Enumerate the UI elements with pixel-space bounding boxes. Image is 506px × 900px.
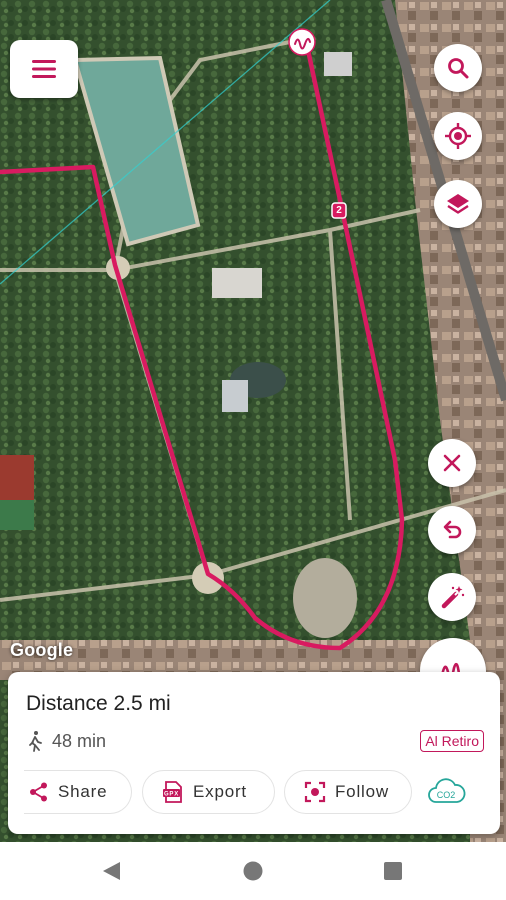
layers-button[interactable]: [434, 180, 482, 228]
app-root: 2 Google Distance 2.5 mi 48 min Al Retir…: [0, 0, 506, 900]
magic-wand-button[interactable]: [428, 573, 476, 621]
export-button[interactable]: GPX Export: [142, 770, 275, 814]
destination-tag: Al Retiro: [420, 730, 484, 752]
route-info-panel: Distance 2.5 mi 48 min Al Retiro Share G…: [8, 672, 500, 834]
walking-icon: [29, 731, 42, 752]
follow-label: Follow: [335, 782, 389, 801]
svg-text:GPX: GPX: [164, 792, 179, 798]
my-location-button[interactable]: [434, 112, 482, 160]
search-button[interactable]: [434, 44, 482, 92]
share-icon: [30, 782, 47, 802]
co2-button[interactable]: CO2: [426, 774, 466, 815]
route-start-marker: [288, 28, 316, 56]
co2-label: CO2: [437, 790, 456, 800]
layers-icon: [447, 194, 469, 214]
export-label: Export: [193, 782, 247, 801]
crosshair-icon: [445, 123, 471, 149]
google-attribution: Google: [10, 640, 74, 660]
undo-button[interactable]: [428, 506, 476, 554]
co2-cloud-icon: CO2: [428, 778, 466, 803]
navbar-icons: [103, 861, 402, 881]
route-distance: Distance 2.5 mi: [26, 692, 171, 715]
circle-home-icon: [243, 861, 263, 881]
undo-icon: [443, 520, 462, 539]
square-recents-icon: [384, 862, 402, 880]
triangle-back-icon: [103, 862, 120, 880]
hamburger-icon: [32, 60, 56, 78]
search-icon: [448, 58, 469, 79]
menu-button[interactable]: [10, 40, 78, 98]
route-duration-row: 48 min: [26, 730, 106, 752]
close-icon: [443, 454, 461, 472]
system-navigation-bar: [0, 842, 506, 900]
clear-route-button[interactable]: [428, 439, 476, 487]
magic-wand-icon: [441, 586, 465, 609]
waypoint-label: 2: [336, 205, 342, 216]
follow-button[interactable]: Follow: [284, 770, 412, 814]
share-label: Share: [58, 782, 108, 801]
share-button[interactable]: Share: [24, 770, 132, 814]
route-duration: 48 min: [52, 730, 107, 751]
gpx-file-icon: GPX: [163, 781, 182, 803]
follow-target-icon: [304, 781, 326, 803]
